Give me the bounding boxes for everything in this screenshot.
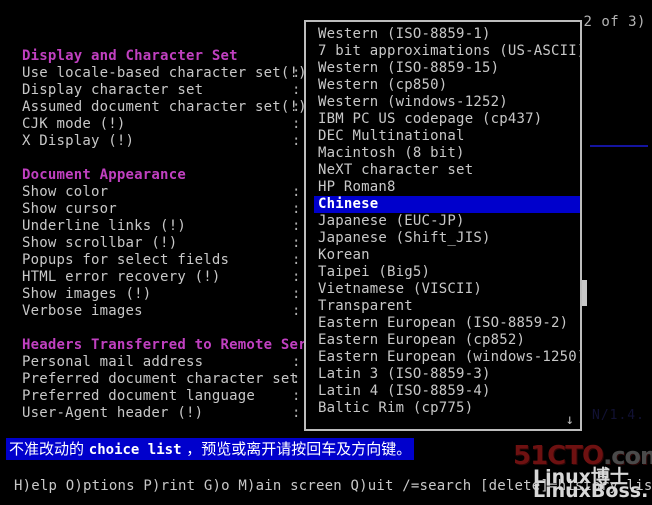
option-colon: : xyxy=(292,252,301,268)
status-message-prefix: 不准改动的 xyxy=(9,440,89,458)
option-label: Show images (!) xyxy=(22,286,152,302)
option-colon: : xyxy=(292,99,301,115)
choice-item[interactable]: IBM PC US codepage (cp437) xyxy=(316,111,574,128)
choice-item[interactable]: Japanese (EUC-JP) xyxy=(316,213,574,230)
option-colon: : xyxy=(292,371,301,387)
option-label: Show scrollbar (!) xyxy=(22,235,178,251)
scroll-down-arrow-icon[interactable]: ↓ xyxy=(566,413,574,427)
option-colon: : xyxy=(292,286,301,302)
choice-item[interactable]: Vietnamese (VISCII) xyxy=(316,281,574,298)
status-message: 不准改动的 choice list ，预览或离开请按回车及方向键。 xyxy=(6,438,415,460)
option-colon: : xyxy=(292,65,301,81)
options-group-heading: Headers Transferred to Remote Serve xyxy=(22,337,325,353)
option-row[interactable]: Show cursor: xyxy=(22,201,308,218)
option-row[interactable]: Personal mail address: xyxy=(22,354,308,371)
option-row[interactable]: Show color: xyxy=(22,184,308,201)
option-row[interactable]: Display character set: xyxy=(22,82,308,99)
choice-item[interactable]: Latin 3 (ISO-8859-3) xyxy=(316,366,574,383)
option-row[interactable]: HTML error recovery (!): xyxy=(22,269,308,286)
option-label: Preferred document character set xyxy=(22,371,299,387)
choice-item[interactable]: Western (ISO-8859-1) xyxy=(316,26,574,43)
option-row[interactable]: Underline links (!): xyxy=(22,218,308,235)
option-label: HTML error recovery (!) xyxy=(22,269,221,285)
option-row[interactable]: User-Agent header (!): xyxy=(22,405,308,422)
option-row[interactable]: Assumed document character set(!): xyxy=(22,99,308,116)
choice-item[interactable]: Eastern European (ISO-8859-2) xyxy=(316,315,574,332)
choice-item[interactable]: Western (ISO-8859-15) xyxy=(316,60,574,77)
option-colon: : xyxy=(292,133,301,149)
choice-item[interactable]: Latin 4 (ISO-8859-4) xyxy=(316,383,574,400)
option-row[interactable]: Popups for select fields: xyxy=(22,252,308,269)
choice-item[interactable]: Korean xyxy=(316,247,574,264)
status-message-keyword: choice list xyxy=(88,442,182,458)
option-colon: : xyxy=(292,82,301,98)
option-label: Show color xyxy=(22,184,109,200)
option-colon: : xyxy=(292,269,301,285)
choice-item[interactable]: Baltic Rim (cp775) xyxy=(316,400,574,417)
options-group-heading: Display and Character Set xyxy=(22,48,238,64)
choice-item[interactable]: Western (windows-1252) xyxy=(316,94,574,111)
choice-item[interactable]: 7 bit approximations (US-ASCII) xyxy=(316,43,580,60)
option-colon: : xyxy=(292,201,301,217)
option-label: CJK mode (!) xyxy=(22,116,126,132)
option-row[interactable]: X Display (!): xyxy=(22,133,308,150)
choice-item[interactable]: Macintosh (8 bit) xyxy=(316,145,574,162)
choice-item[interactable]: HP Roman8 xyxy=(316,179,574,196)
option-label: Underline links (!) xyxy=(22,218,186,234)
dim-version-text: N/1.4. xyxy=(592,408,645,423)
watermark-51cto-main: 51CTO xyxy=(513,441,604,471)
status-message-suffix: ，预览或离开请按回车及方向键。 xyxy=(181,440,412,458)
choice-item[interactable]: Eastern European (cp852) xyxy=(316,332,574,349)
option-label: Verbose images xyxy=(22,303,143,319)
choice-item[interactable]: Japanese (Shift_JIS) xyxy=(316,230,574,247)
choice-list-popup[interactable]: Western (ISO-8859-1) 7 bit approximations… xyxy=(304,20,582,431)
terminal-screen: 2 of 3) N/1.4. Display and Character Set… xyxy=(0,0,652,505)
option-colon: : xyxy=(292,184,301,200)
option-row[interactable]: Verbose images: xyxy=(22,303,308,320)
choice-item[interactable]: NeXT character set xyxy=(316,162,574,179)
option-colon: : xyxy=(292,116,301,132)
option-label: Use locale-based character set(!) xyxy=(22,65,307,81)
choice-item[interactable]: Taipei (Big5) xyxy=(316,264,574,281)
option-row[interactable]: Preferred document language: xyxy=(22,388,308,405)
key-hints-bar: H)elp O)ptions P)rint G)o M)ain screen Q… xyxy=(14,478,652,494)
choice-item-selected[interactable]: Chinese xyxy=(314,196,580,213)
option-label: Show cursor xyxy=(22,201,117,217)
option-colon: : xyxy=(292,354,301,370)
option-colon: : xyxy=(292,303,301,319)
option-row[interactable]: CJK mode (!): xyxy=(22,116,308,133)
option-colon: : xyxy=(292,218,301,234)
choice-item[interactable]: Western (cp850) xyxy=(316,77,574,94)
option-colon: : xyxy=(292,388,301,404)
option-row[interactable]: Preferred document character set: xyxy=(22,371,308,388)
options-group-spacer xyxy=(22,150,308,167)
watermark-51cto-tld: .com xyxy=(603,442,652,470)
option-row[interactable]: Show scrollbar (!): xyxy=(22,235,308,252)
choice-item[interactable]: DEC Multinational xyxy=(316,128,574,145)
horizontal-rule xyxy=(590,145,648,147)
options-group-heading: Document Appearance xyxy=(22,167,186,183)
choice-list-items[interactable]: Western (ISO-8859-1) 7 bit approximations… xyxy=(314,26,580,417)
choice-item[interactable]: Transparent xyxy=(316,298,574,315)
option-label: Display character set xyxy=(22,82,204,98)
option-colon: : xyxy=(292,235,301,251)
page-counter: 2 of 3) xyxy=(583,14,646,30)
options-list: Display and Character Set Use locale-base… xyxy=(22,48,325,422)
options-group-spacer xyxy=(22,320,308,337)
option-label: Popups for select fields xyxy=(22,252,230,268)
option-label: Assumed document character set(!) xyxy=(22,99,307,115)
option-row[interactable]: Show images (!): xyxy=(22,286,308,303)
option-row[interactable]: Use locale-based character set(!): xyxy=(22,65,308,82)
watermark-51cto: 51CTO.com xyxy=(513,441,652,471)
option-colon: : xyxy=(292,405,301,421)
option-label: User-Agent header (!) xyxy=(22,405,204,421)
option-label: Preferred document language xyxy=(22,388,255,404)
option-label: X Display (!) xyxy=(22,133,135,149)
choice-item[interactable]: Eastern European (windows-1250) xyxy=(316,349,580,366)
option-label: Personal mail address xyxy=(22,354,204,370)
